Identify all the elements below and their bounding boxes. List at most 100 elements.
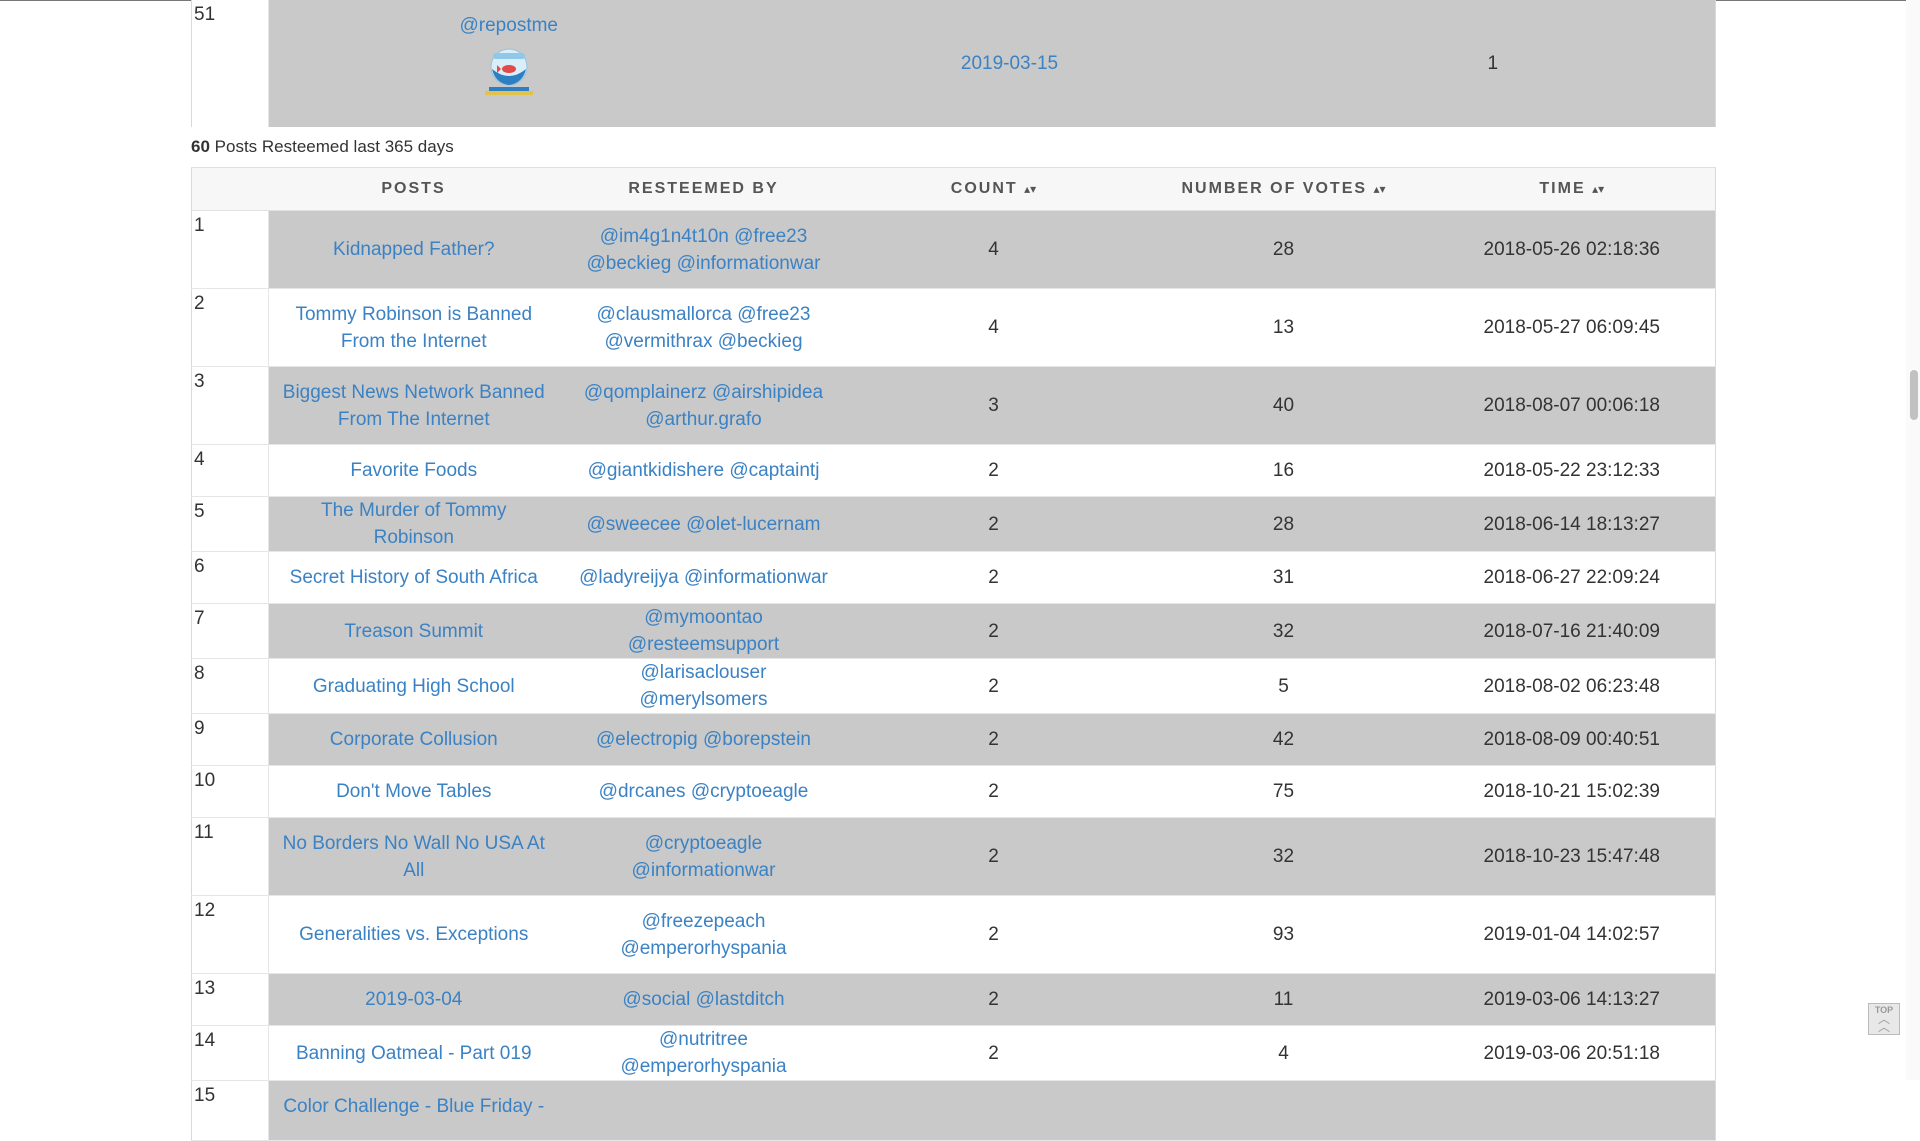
resteemed-by-cell: @nutritree @emperorhyspania <box>558 1025 849 1081</box>
resteemed-by-link[interactable]: @social @lastditch <box>622 989 784 1010</box>
time-cell: 2018-05-26 02:18:36 <box>1428 210 1716 289</box>
votes-cell: 40 <box>1138 366 1429 445</box>
count-cell: 2 <box>848 551 1139 604</box>
post-title-cell: Don't Move Tables <box>268 765 559 818</box>
time-cell: 2018-08-09 00:40:51 <box>1428 713 1716 766</box>
time-header[interactable]: TIME ▴▾ <box>1428 167 1716 211</box>
resteem-summary: 60 Posts Resteemed last 365 days <box>191 127 1715 167</box>
post-title-link[interactable]: Secret History of South Africa <box>290 567 538 588</box>
count-cell: 3 <box>848 366 1139 445</box>
row-index-cell: 9 <box>191 713 269 766</box>
table-row: 12 Generalities vs. Exceptions @freezepeac… <box>191 895 1716 974</box>
summary-count: 60 <box>191 137 210 156</box>
count-cell: 4 <box>848 210 1139 289</box>
count-cell: 2 <box>848 713 1139 766</box>
votes-header-label: NUMBER OF VOTES <box>1181 180 1368 197</box>
scrollbar[interactable] <box>1906 0 1920 1080</box>
resteemed-by-link[interactable]: @ladyreijya @informationwar <box>579 567 828 588</box>
sort-icon[interactable]: ▴▾ <box>1373 182 1385 196</box>
post-title-link[interactable]: Banning Oatmeal - Part 019 <box>296 1043 532 1064</box>
time-cell: 2018-07-16 21:40:09 <box>1428 603 1716 659</box>
resteemed-by-link[interactable]: @drcanes @cryptoeagle <box>599 781 809 802</box>
table-row: 2 Tommy Robinson is Banned From the Inter… <box>191 288 1716 367</box>
resteemed-by-link[interactable]: @mymoontao @resteemsupport <box>628 607 779 655</box>
post-title-link[interactable]: Generalities vs. Exceptions <box>299 924 528 945</box>
sort-icon[interactable]: ▴▾ <box>1024 182 1036 196</box>
votes-cell <box>1138 1080 1429 1141</box>
table-header: POSTS RESTEEMED BY COUNT ▴▾ NUMBER OF VO… <box>191 167 1716 211</box>
user-cell: @repostme <box>268 0 749 127</box>
row-index-cell: 6 <box>191 551 269 604</box>
scrollbar-thumb[interactable] <box>1910 370 1918 420</box>
votes-cell: 16 <box>1138 444 1429 497</box>
count-cell: 2 <box>848 973 1139 1026</box>
resteemed-by-cell: @clausmallorca @free23 @vermithrax @beck… <box>558 288 849 367</box>
post-title-cell: Color Challenge - Blue Friday - <box>268 1080 559 1141</box>
post-title-link[interactable]: Graduating High School <box>313 676 515 697</box>
user-link[interactable]: @repostme <box>460 15 559 36</box>
post-title-link[interactable]: Biggest News Network Banned From The Int… <box>283 382 545 430</box>
row-index-cell: 14 <box>191 1025 269 1081</box>
summary-text: Posts Resteemed last 365 days <box>209 137 454 156</box>
table-row: 14 Banning Oatmeal - Part 019 @nutritree @… <box>191 1025 1716 1081</box>
post-title-cell: Secret History of South Africa <box>268 551 559 604</box>
row-index-cell: 15 <box>191 1080 269 1141</box>
avatar[interactable] <box>479 45 539 95</box>
resteemed-by-link[interactable]: @qomplainerz @airshipidea @arthur.grafo <box>584 382 823 430</box>
resteem-section: 51 @repostme 2019-03-15 1 60 Posts Reste… <box>191 0 1716 1141</box>
row-index-cell: 7 <box>191 603 269 659</box>
post-title-link[interactable]: Treason Summit <box>344 621 483 642</box>
row-index: 51 <box>191 0 269 127</box>
resteemed-by-link[interactable]: @sweecee @olet-lucernam <box>587 514 821 535</box>
resteemed-by-link[interactable]: @electropig @borepstein <box>596 729 811 750</box>
resteemed-by-cell: @im4g1n4t10n @free23 @beckieg @informati… <box>558 210 849 289</box>
votes-header[interactable]: NUMBER OF VOTES ▴▾ <box>1138 167 1429 211</box>
votes-cell: 5 <box>1138 658 1429 714</box>
table-row: 13 2019-03-04 @social @lastditch 2 11 2019-03… <box>191 973 1716 1026</box>
count-cell <box>848 1080 1139 1141</box>
post-title-cell: Biggest News Network Banned From The Int… <box>268 366 559 445</box>
resteemed-by-link[interactable]: @larisaclouser @merylsomers <box>639 662 767 710</box>
date-link[interactable]: 2019-03-15 <box>961 53 1058 74</box>
table-row: 3 Biggest News Network Banned From The In… <box>191 366 1716 445</box>
previous-table: 51 @repostme 2019-03-15 1 <box>191 0 1716 127</box>
resteemed-by-link[interactable]: @freezepeach @emperorhyspania <box>620 911 786 959</box>
post-title-cell: Banning Oatmeal - Part 019 <box>268 1025 559 1081</box>
post-title-link[interactable]: Tommy Robinson is Banned From the Intern… <box>295 304 532 352</box>
post-title-cell: Tommy Robinson is Banned From the Intern… <box>268 288 559 367</box>
resteemed-by-cell: @social @lastditch <box>558 973 849 1026</box>
post-title-link[interactable]: Kidnapped Father? <box>333 239 495 260</box>
post-title-link[interactable]: Corporate Collusion <box>330 729 498 750</box>
row-index-cell: 11 <box>191 817 269 896</box>
time-cell: 2019-01-04 14:02:57 <box>1428 895 1716 974</box>
post-title-cell: Generalities vs. Exceptions <box>268 895 559 974</box>
resteemed-by-link[interactable]: @nutritree @emperorhyspania <box>620 1029 786 1077</box>
sort-icon[interactable]: ▴▾ <box>1592 182 1604 196</box>
post-title-link[interactable]: No Borders No Wall No USA At All <box>283 833 545 881</box>
post-title-cell: The Murder of Tommy Robinson <box>268 496 559 552</box>
post-title-link[interactable]: Don't Move Tables <box>336 781 491 802</box>
table-row: 11 No Borders No Wall No USA At All @crypt… <box>191 817 1716 896</box>
count-header[interactable]: COUNT ▴▾ <box>848 167 1139 211</box>
row-index-cell: 12 <box>191 895 269 974</box>
count-cell: 2 <box>848 658 1139 714</box>
post-title-link[interactable]: 2019-03-04 <box>365 989 462 1010</box>
count-cell: 2 <box>848 895 1139 974</box>
count-cell: 2 <box>848 496 1139 552</box>
back-to-top-button[interactable]: TOP ︿ ︿ <box>1868 1003 1900 1035</box>
resteemed-by-link[interactable]: @clausmallorca @free23 @vermithrax @beck… <box>597 304 811 352</box>
post-title-link[interactable]: Favorite Foods <box>350 460 477 481</box>
table-body: 1 Kidnapped Father? @im4g1n4t10n @free23 @… <box>191 210 1716 1141</box>
resteemed-by-cell: @cryptoeagle @informationwar <box>558 817 849 896</box>
post-title-link[interactable]: Color Challenge - Blue Friday - <box>283 1096 544 1117</box>
time-cell: 2018-05-22 23:12:33 <box>1428 444 1716 497</box>
resteemed-by-link[interactable]: @giantkidishere @captaintj <box>588 460 820 481</box>
resteemed-by-link[interactable]: @im4g1n4t10n @free23 @beckieg @informati… <box>587 226 821 274</box>
count-cell: 4 <box>848 288 1139 367</box>
post-title-cell: Favorite Foods <box>268 444 559 497</box>
count-cell: 2 <box>848 603 1139 659</box>
resteemed-by-link[interactable]: @cryptoeagle @informationwar <box>632 833 776 881</box>
votes-cell: 42 <box>1138 713 1429 766</box>
post-title-link[interactable]: The Murder of Tommy Robinson <box>321 500 506 548</box>
time-cell: 2018-08-07 00:06:18 <box>1428 366 1716 445</box>
